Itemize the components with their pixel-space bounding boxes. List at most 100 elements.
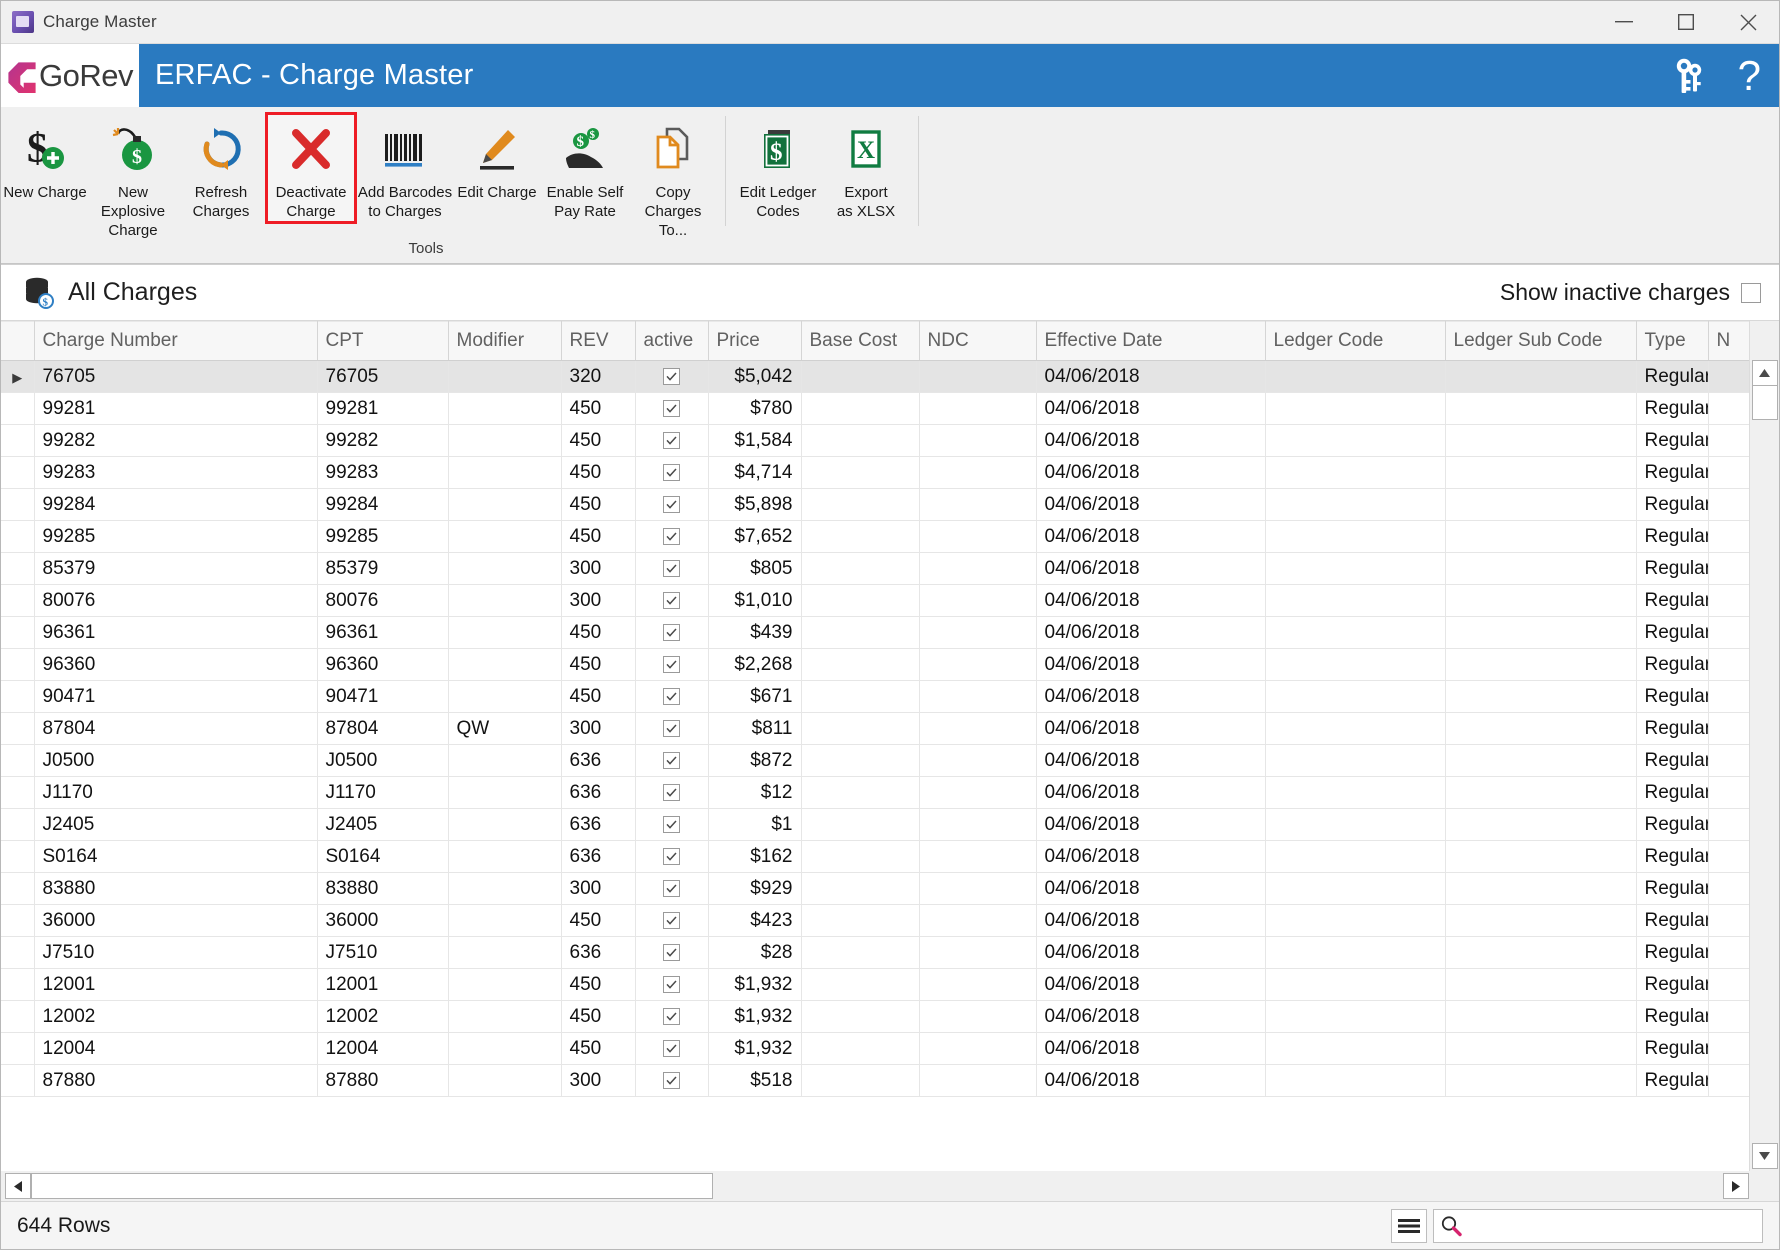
close-button[interactable]	[1717, 1, 1779, 43]
active-checkbox[interactable]	[663, 495, 680, 513]
table-row[interactable]: 99283 99283 450 $4,714 04/06/2018 Regular	[1, 456, 1749, 489]
active-checkbox[interactable]	[663, 1071, 680, 1089]
charges-grid-container[interactable]: Charge Number CPT Modifier REV active Pr…	[1, 321, 1749, 1171]
table-row[interactable]: J0500 J0500 636 $872 04/06/2018 Regular	[1, 744, 1749, 777]
cell-active[interactable]	[635, 712, 709, 745]
row-selector[interactable]	[1, 712, 35, 745]
table-row[interactable]: 12002 12002 450 $1,932 04/06/2018 Regular	[1, 1000, 1749, 1033]
table-row[interactable]: 12004 12004 450 $1,932 04/06/2018 Regular	[1, 1032, 1749, 1065]
table-row[interactable]: ▶ 76705 76705 320 $5,042 04/06/2018 Regular	[1, 360, 1749, 393]
table-row[interactable]: 96360 96360 450 $2,268 04/06/2018 Regular	[1, 648, 1749, 681]
active-checkbox[interactable]	[663, 783, 680, 801]
horizontal-scroll-thumb[interactable]	[31, 1173, 713, 1199]
table-row[interactable]: 80076 80076 300 $1,010 04/06/2018 Regular	[1, 584, 1749, 617]
active-checkbox[interactable]	[663, 879, 680, 897]
deactivate-charge-button[interactable]: Deactivate Charge	[265, 112, 357, 224]
table-row[interactable]: 87804 87804 QW 300 $811 04/06/2018 Regular	[1, 712, 1749, 745]
cell-active[interactable]	[635, 1000, 709, 1033]
active-checkbox[interactable]	[663, 559, 680, 577]
table-row[interactable]: 85379 85379 300 $805 04/06/2018 Regular	[1, 552, 1749, 585]
cell-active[interactable]	[635, 904, 709, 937]
scroll-up-button[interactable]	[1751, 360, 1778, 386]
keys-button[interactable]	[1672, 56, 1708, 96]
active-checkbox[interactable]	[663, 975, 680, 993]
table-row[interactable]: 99284 99284 450 $5,898 04/06/2018 Regular	[1, 488, 1749, 521]
row-selector[interactable]	[1, 776, 35, 809]
cell-active[interactable]	[635, 808, 709, 841]
col-ledger-code[interactable]: Ledger Code	[1265, 321, 1446, 361]
row-selector[interactable]	[1, 520, 35, 553]
row-selector[interactable]	[1, 424, 35, 457]
enable-self-pay-rate-button[interactable]: $ $ Enable Self Pay Rate	[541, 112, 629, 221]
active-checkbox[interactable]	[663, 367, 680, 385]
cell-active[interactable]	[635, 520, 709, 553]
show-inactive-charges-checkbox[interactable]	[1741, 282, 1761, 303]
col-charge-number[interactable]: Charge Number	[34, 321, 318, 361]
table-row[interactable]: J2405 J2405 636 $1 04/06/2018 Regular	[1, 808, 1749, 841]
active-checkbox[interactable]	[663, 815, 680, 833]
col-rev[interactable]: REV	[561, 321, 636, 361]
horizontal-scroll-track[interactable]	[713, 1173, 1723, 1199]
cell-active[interactable]	[635, 424, 709, 457]
active-checkbox[interactable]	[663, 847, 680, 865]
active-checkbox[interactable]	[663, 591, 680, 609]
row-selector[interactable]	[1, 584, 35, 617]
scroll-down-button[interactable]	[1751, 1143, 1778, 1169]
refresh-charges-button[interactable]: Refresh Charges	[177, 112, 265, 221]
row-selector[interactable]	[1, 1032, 35, 1065]
active-checkbox[interactable]	[663, 623, 680, 641]
row-selector[interactable]	[1, 808, 35, 841]
show-inactive-charges-toggle[interactable]: Show inactive charges	[1500, 279, 1779, 306]
table-row[interactable]: 12001 12001 450 $1,932 04/06/2018 Regular	[1, 968, 1749, 1001]
cell-active[interactable]	[635, 552, 709, 585]
active-checkbox[interactable]	[663, 943, 680, 961]
col-next-partial[interactable]: N	[1708, 321, 1749, 361]
row-selector[interactable]	[1, 616, 35, 649]
col-base-cost[interactable]: Base Cost	[801, 321, 920, 361]
new-charge-button[interactable]: $ New Charge	[1, 112, 89, 202]
row-selector[interactable]	[1, 872, 35, 905]
cell-active[interactable]	[635, 456, 709, 489]
cell-active[interactable]	[635, 616, 709, 649]
row-selector[interactable]	[1, 968, 35, 1001]
active-checkbox[interactable]	[663, 1007, 680, 1025]
cell-active[interactable]	[635, 360, 709, 393]
cell-active[interactable]	[635, 744, 709, 777]
cell-active[interactable]	[635, 872, 709, 905]
edit-charge-button[interactable]: Edit Charge	[453, 112, 541, 202]
active-checkbox[interactable]	[663, 527, 680, 545]
row-selector[interactable]	[1, 936, 35, 969]
search-input[interactable]	[1462, 1215, 1762, 1236]
col-type[interactable]: Type	[1636, 321, 1709, 361]
row-selector[interactable]	[1, 1064, 35, 1097]
table-row[interactable]: S0164 S0164 636 $162 04/06/2018 Regular	[1, 840, 1749, 873]
col-active[interactable]: active	[635, 321, 709, 361]
row-selector[interactable]	[1, 1000, 35, 1033]
col-price[interactable]: Price	[708, 321, 802, 361]
active-checkbox[interactable]	[663, 463, 680, 481]
table-row[interactable]: J1170 J1170 636 $12 04/06/2018 Regular	[1, 776, 1749, 809]
table-row[interactable]: 83880 83880 300 $929 04/06/2018 Regular	[1, 872, 1749, 905]
col-ledger-sub-code[interactable]: Ledger Sub Code	[1445, 321, 1637, 361]
active-checkbox[interactable]	[663, 1039, 680, 1057]
row-selector[interactable]: ▶	[1, 360, 35, 393]
search-box[interactable]	[1433, 1208, 1763, 1243]
copy-charges-to-button[interactable]: Copy Charges To...	[629, 112, 717, 240]
row-selector[interactable]	[1, 648, 35, 681]
row-selector[interactable]	[1, 488, 35, 521]
row-selector[interactable]	[1, 392, 35, 425]
col-modifier[interactable]: Modifier	[448, 321, 562, 361]
cell-active[interactable]	[635, 584, 709, 617]
vertical-scroll-track[interactable]	[1752, 420, 1778, 1143]
row-selector[interactable]	[1, 680, 35, 713]
active-checkbox[interactable]	[663, 719, 680, 737]
active-checkbox[interactable]	[663, 655, 680, 673]
row-selector[interactable]	[1, 552, 35, 585]
table-row[interactable]: 99282 99282 450 $1,584 04/06/2018 Regular	[1, 424, 1749, 457]
col-ndc[interactable]: NDC	[919, 321, 1037, 361]
grid-menu-button[interactable]	[1391, 1208, 1427, 1243]
cell-active[interactable]	[635, 968, 709, 1001]
active-checkbox[interactable]	[663, 431, 680, 449]
cell-active[interactable]	[635, 1032, 709, 1065]
cell-active[interactable]	[635, 392, 709, 425]
